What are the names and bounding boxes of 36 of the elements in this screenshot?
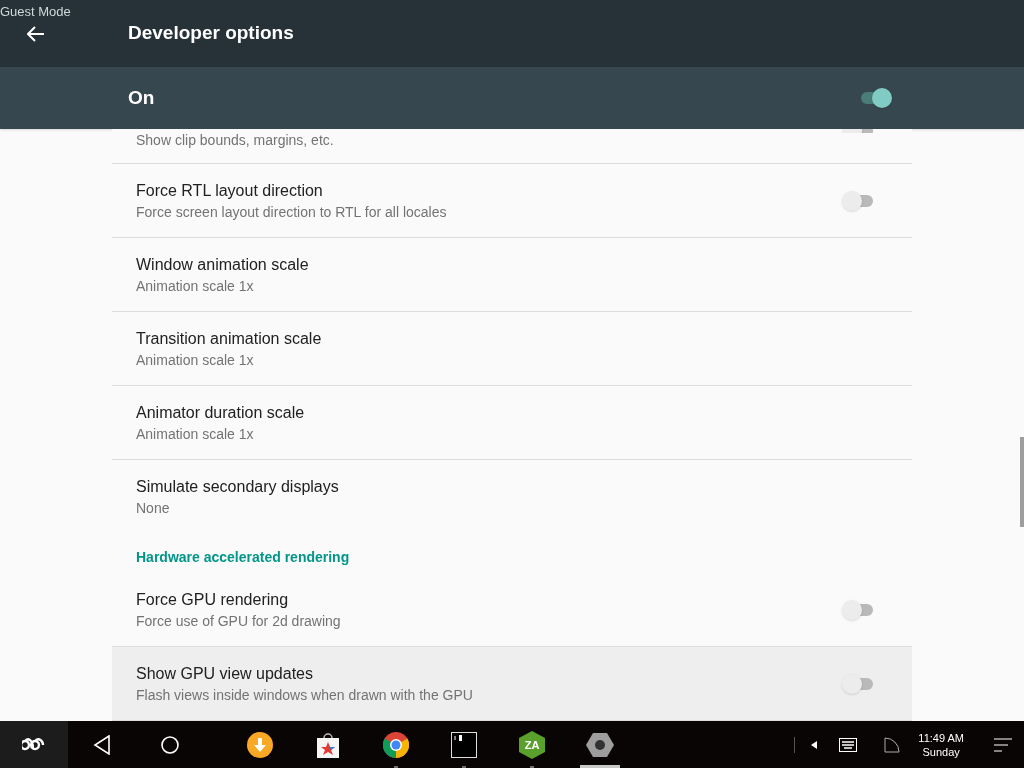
back-arrow-icon[interactable] <box>27 25 45 42</box>
row-title: Simulate secondary displays <box>136 477 339 497</box>
row-subtitle: Animation scale 1x <box>136 424 255 444</box>
section-header: Hardware accelerated rendering <box>136 549 350 565</box>
browser-icon[interactable] <box>383 732 409 758</box>
menu-icon[interactable] <box>994 738 1012 752</box>
row-subtitle: None <box>136 499 171 518</box>
shopping-bag-icon[interactable] <box>316 731 340 759</box>
caret-icon[interactable] <box>811 741 818 749</box>
row-title: Show GPU view updates <box>136 663 314 684</box>
settings-row[interactable]: Show clip bounds, margins, etc. <box>112 129 912 164</box>
clock-time: 11:49 AM <box>918 731 964 745</box>
back-icon[interactable] <box>93 735 111 755</box>
row-title: Animator duration scale <box>136 402 305 423</box>
row-title: Transition animation scale <box>136 328 322 349</box>
settings-row[interactable]: Show GPU view updates Flash views inside windows when drawn with the GPU <box>112 647 912 721</box>
row-subtitle: Flash views inside windows when drawn with the GPU <box>136 685 473 705</box>
home-icon[interactable] <box>161 736 179 754</box>
row-subtitle: Show clip bounds, margins, etc. <box>136 131 334 150</box>
clock-day: Sunday <box>922 745 960 759</box>
launcher-button[interactable] <box>0 721 68 768</box>
download-icon[interactable] <box>247 732 273 758</box>
row-subtitle: Animation scale 1x <box>136 350 255 370</box>
launcher-icon <box>22 737 46 753</box>
row-subtitle: Force use of GPU for 2d drawing <box>136 611 341 631</box>
page-title: Developer options <box>128 21 294 46</box>
keyboard-icon[interactable] <box>839 738 858 752</box>
row-title: Force GPU rendering <box>136 589 290 610</box>
master-switch-label: On <box>128 85 155 110</box>
row-title: Force RTL layout direction <box>136 180 324 201</box>
row-subtitle: Animation scale 1x <box>136 276 255 296</box>
guest-mode-label: Guest Mode <box>0 3 71 21</box>
row-subtitle: Force screen layout direction to RTL for all locales <box>136 202 447 222</box>
row-title: Window animation scale <box>136 254 309 275</box>
terminal-icon[interactable] <box>451 732 477 758</box>
settings-icon[interactable] <box>586 732 614 758</box>
